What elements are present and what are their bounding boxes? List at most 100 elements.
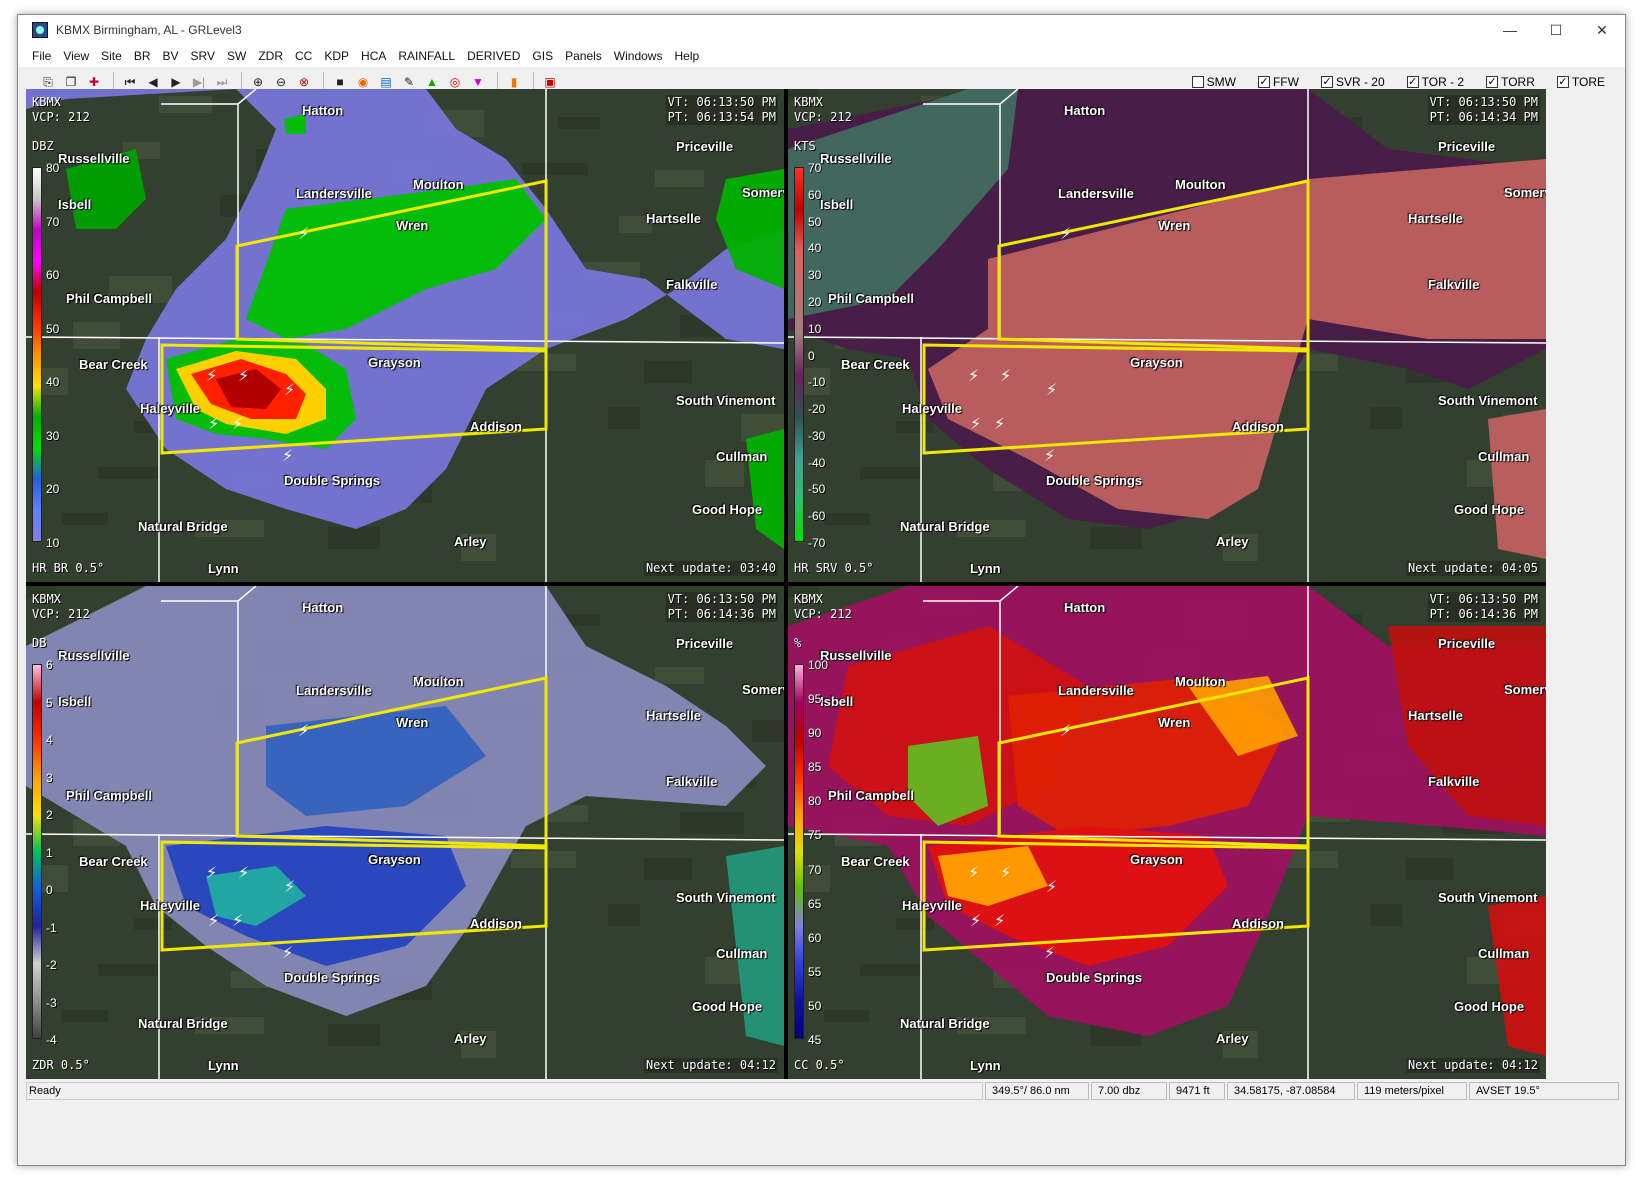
terrain-patch	[328, 527, 380, 549]
city-label: Isbell	[820, 197, 854, 212]
menu-file[interactable]: File	[32, 49, 51, 63]
legend-tick-label: 2	[46, 808, 53, 822]
terrain-patch	[134, 918, 172, 930]
terrain-patch	[896, 918, 934, 930]
process-time: PT: 06:14:36 PM	[1429, 607, 1538, 621]
lightning-icon: ⚡	[970, 414, 981, 433]
terrain-patch	[522, 163, 588, 175]
menu-view[interactable]: View	[63, 49, 89, 63]
checkbox-icon[interactable]: ✓	[1556, 76, 1569, 88]
legend-tick-label: 60	[46, 268, 60, 283]
menu-zdr[interactable]: ZDR	[258, 49, 283, 63]
minimize-button[interactable]: —	[1487, 15, 1533, 45]
lightning-icon: ⚡	[206, 366, 217, 385]
city-label: Addison	[1232, 419, 1284, 434]
menu-gis[interactable]: GIS	[532, 49, 553, 63]
valid-time: VT: 06:13:50 PM	[667, 592, 776, 606]
radar-map[interactable]: ⚡ ⚡ ⚡ ⚡ ⚡ ⚡ ⚡	[788, 586, 1546, 1079]
radar-panel-3[interactable]: ⚡ ⚡ ⚡ ⚡ ⚡ ⚡ ⚡ Hatton Russellville Landersville Mou…	[26, 586, 784, 1079]
next-update-label: Next update: 03:40	[645, 561, 776, 575]
warning-toggle-torr[interactable]: ✓ TORR	[1486, 75, 1535, 89]
menu-cc[interactable]: CC	[295, 49, 312, 63]
product-label: HR SRV 0.5°	[794, 561, 873, 576]
menu-windows[interactable]: Windows	[614, 49, 663, 63]
radar-map[interactable]: ⚡ ⚡ ⚡ ⚡ ⚡ ⚡ ⚡	[26, 586, 784, 1079]
warning-toggle-tore[interactable]: ✓ TORE	[1556, 75, 1605, 89]
warning-toggle-svr-20[interactable]: ✓ SVR - 20	[1320, 75, 1385, 89]
valid-time: VT: 06:13:50 PM	[667, 95, 776, 109]
legend-tick-label: 1	[46, 845, 53, 860]
time-info: VT: 06:13:50 PM PT: 06:14:36 PM	[1427, 592, 1540, 622]
site-id: KBMX	[32, 95, 61, 109]
terrain-patch	[608, 407, 640, 429]
menu-sw[interactable]: SW	[227, 49, 246, 63]
maximize-button[interactable]: ☐	[1533, 15, 1579, 45]
close-button[interactable]: ✕	[1579, 15, 1625, 45]
terrain-patch	[824, 1010, 870, 1022]
terrain-patch	[98, 964, 160, 976]
city-label: Cullman	[1478, 449, 1530, 464]
legend-tick-label: 100	[808, 658, 829, 672]
legend-unit: DBZ	[32, 139, 54, 153]
city-label: Hartselle	[1408, 211, 1463, 226]
legend-tick-label: -4	[46, 1033, 57, 1047]
color-legend	[32, 664, 42, 1039]
city-label: Cullman	[1478, 946, 1530, 961]
window-title: KBMX Birmingham, AL - GRLevel3	[56, 23, 242, 37]
warning-label: SMW	[1206, 75, 1236, 89]
menu-hca[interactable]: HCA	[361, 49, 386, 63]
checkbox-icon[interactable]	[1191, 76, 1204, 88]
menu-bv[interactable]: BV	[163, 49, 179, 63]
menu-kdp[interactable]: KDP	[324, 49, 349, 63]
legend-tick-label: 5	[46, 695, 53, 710]
legend-tick-label: 40	[46, 375, 60, 390]
legend-tick-label: 95	[808, 692, 822, 707]
terrain-patch	[1370, 407, 1402, 429]
time-info: VT: 06:13:50 PM PT: 06:13:54 PM	[665, 95, 778, 125]
product-label: HR BR 0.5°	[32, 561, 104, 576]
checkbox-icon[interactable]: ✓	[1320, 76, 1333, 88]
menu-derived[interactable]: DERIVED	[467, 49, 520, 63]
lightning-icon: ⚡	[994, 911, 1005, 930]
next-update: Next update: 04:12	[1405, 1058, 1540, 1073]
menu-panels[interactable]: Panels	[565, 49, 602, 63]
city-label: Addison	[470, 916, 522, 931]
radar-panel-4[interactable]: ⚡ ⚡ ⚡ ⚡ ⚡ ⚡ ⚡ Hatton Russellville Landersville Mou…	[788, 586, 1546, 1079]
terrain-patch	[896, 421, 934, 433]
warning-toggle-ffw[interactable]: ✓ FFW	[1257, 75, 1299, 89]
lightning-icon: ⚡	[284, 877, 295, 896]
radar-map[interactable]: ⚡ ⚡ ⚡ ⚡ ⚡ ⚡ ⚡	[26, 89, 784, 582]
legend-tick-label: 50	[46, 321, 60, 336]
terrain-patch	[98, 467, 160, 479]
terrain-patch	[860, 467, 922, 479]
menu-help[interactable]: Help	[674, 49, 699, 63]
menu-br[interactable]: BR	[134, 49, 151, 63]
checkbox-icon[interactable]: ✓	[1486, 76, 1499, 88]
city-label: Good Hope	[692, 502, 763, 517]
lightning-icon: ⚡	[970, 911, 981, 930]
checkbox-icon[interactable]: ✓	[1406, 76, 1419, 88]
radar-map[interactable]: ⚡ ⚡ ⚡ ⚡ ⚡ ⚡ ⚡	[788, 89, 1546, 582]
city-label: Priceville	[1438, 139, 1496, 154]
city-label: Wren	[1158, 218, 1191, 233]
terrain-patch	[511, 851, 576, 868]
city-label: South Vinemont	[676, 890, 776, 905]
lightning-icon: ⚡	[1046, 380, 1057, 399]
legend-tick-label: 30	[808, 268, 822, 283]
city-label: Wren	[396, 715, 429, 730]
menu-site[interactable]: Site	[101, 49, 122, 63]
menu-rainfall[interactable]: RAINFALL	[398, 49, 455, 63]
city-label: Hartselle	[646, 708, 701, 723]
site-id: KBMX	[794, 592, 823, 606]
warning-toggle-smw[interactable]: SMW	[1191, 75, 1236, 89]
checkbox-icon[interactable]: ✓	[1257, 76, 1270, 88]
warning-toggle-tor-2[interactable]: ✓ TOR - 2	[1406, 75, 1464, 89]
legend-tick-label: -2	[46, 958, 57, 972]
radar-panel-1[interactable]: ⚡ ⚡ ⚡ ⚡ ⚡ ⚡ ⚡ Hatton Russellville Landersville Mou…	[26, 89, 784, 582]
menu-srv[interactable]: SRV	[191, 49, 215, 63]
city-label: Double Springs	[284, 473, 381, 488]
legend-tick-label: 4	[46, 733, 53, 747]
city-label: Bear Creek	[79, 357, 148, 372]
radar-panel-2[interactable]: ⚡ ⚡ ⚡ ⚡ ⚡ ⚡ ⚡ Hatton Russellville Landersville Mou…	[788, 89, 1546, 582]
city-label: Phil Campbell	[828, 788, 914, 803]
